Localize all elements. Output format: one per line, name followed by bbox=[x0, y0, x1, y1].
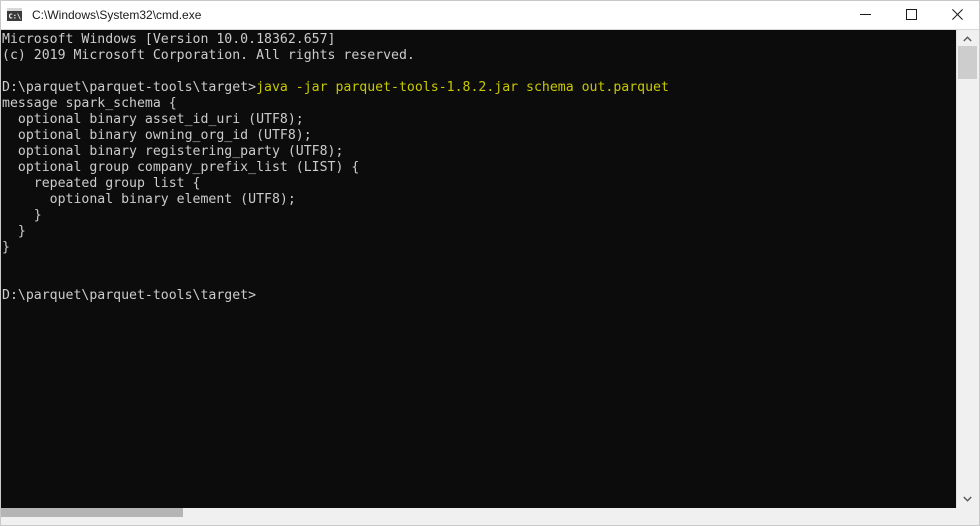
console-line: Microsoft Windows [Version 10.0.18362.65… bbox=[2, 32, 336, 47]
console-line: repeated group list { bbox=[2, 176, 201, 191]
console-line: optional group company_prefix_list (LIST… bbox=[2, 160, 360, 175]
scroll-down-button[interactable] bbox=[957, 490, 978, 508]
console-line: } bbox=[2, 224, 26, 239]
console-line: (c) 2019 Microsoft Corporation. All righ… bbox=[2, 48, 415, 63]
console-line: optional binary asset_id_uri (UTF8); bbox=[2, 112, 304, 127]
window-title: C:\Windows\System32\cmd.exe bbox=[32, 7, 202, 22]
console-text: Microsoft Windows [Version 10.0.18362.65… bbox=[2, 32, 669, 304]
console-line: optional binary registering_party (UTF8)… bbox=[2, 144, 344, 159]
window-controls bbox=[842, 0, 980, 30]
console-output-area[interactable]: Microsoft Windows [Version 10.0.18362.65… bbox=[1, 30, 956, 508]
scrollbar-corner bbox=[956, 508, 978, 525]
maximize-icon bbox=[905, 8, 917, 20]
console-line: message spark_schema { bbox=[2, 96, 177, 111]
minimize-button[interactable] bbox=[842, 0, 888, 29]
cmd-window: C:\ C:\Windows\System32\cmd.exe Microsof… bbox=[0, 0, 980, 526]
horizontal-scroll-thumb[interactable] bbox=[1, 508, 183, 517]
console-line: } bbox=[2, 208, 42, 223]
vertical-scrollbar[interactable] bbox=[956, 30, 978, 508]
console-line: optional binary owning_org_id (UTF8); bbox=[2, 128, 312, 143]
horizontal-scrollbar[interactable] bbox=[1, 508, 956, 525]
cmd-console-icon: C:\ bbox=[6, 7, 23, 22]
console-line: optional binary element (UTF8); bbox=[2, 192, 296, 207]
chevron-up-icon bbox=[963, 36, 972, 42]
maximize-button[interactable] bbox=[888, 0, 934, 29]
console-prompt: D:\parquet\parquet-tools\target> bbox=[2, 288, 257, 303]
console-line: } bbox=[2, 240, 10, 255]
title-bar-left: C:\ C:\Windows\System32\cmd.exe bbox=[0, 7, 842, 22]
console-command: java -jar parquet-tools-1.8.2.jar schema… bbox=[256, 80, 669, 95]
svg-text:C:\: C:\ bbox=[9, 13, 22, 21]
title-bar[interactable]: C:\ C:\Windows\System32\cmd.exe bbox=[0, 0, 980, 30]
chevron-down-icon bbox=[963, 496, 972, 502]
close-button[interactable] bbox=[934, 0, 980, 29]
console-prompt: D:\parquet\parquet-tools\target> bbox=[2, 80, 257, 95]
vertical-scroll-thumb[interactable] bbox=[958, 46, 977, 79]
close-icon bbox=[951, 8, 963, 20]
minimize-icon bbox=[859, 13, 871, 15]
